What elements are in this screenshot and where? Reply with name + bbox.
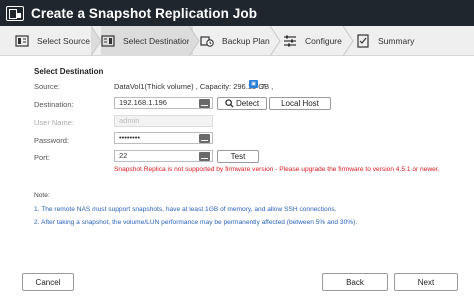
destination-form: Select Destination Source: DataVol1(Thic… (0, 56, 474, 266)
step-label: Select Source (37, 36, 90, 46)
cancel-label: Cancel (35, 277, 61, 287)
destination-input[interactable]: 192.168.1.196 (114, 97, 225, 109)
destination-value: 192.168.1.196 (119, 98, 167, 107)
local-host-label: Local Host (281, 99, 319, 108)
cancel-button[interactable]: Cancel (22, 273, 74, 291)
snapshot-icon: ▣ (249, 80, 258, 88)
step-label: Configure (305, 36, 342, 46)
step-summary: Summary (356, 26, 426, 56)
destination-icon (101, 34, 115, 48)
next-button[interactable]: Next (394, 273, 458, 291)
local-host-button[interactable]: Local Host (269, 97, 331, 110)
wizard-steps: Select Source Select Destination Backup … (0, 26, 474, 56)
source-label: Source: (34, 82, 60, 91)
step-select-source: Select Source (0, 26, 97, 56)
detect-button[interactable]: Detect (217, 97, 267, 110)
window-title: Create a Snapshot Replication Job (31, 5, 258, 21)
title-bar: Create a Snapshot Replication Job (0, 0, 474, 26)
port-value: 22 (119, 151, 128, 160)
test-label: Test (230, 152, 246, 161)
password-value: •••••••• (119, 133, 141, 142)
back-button[interactable]: Back (322, 273, 388, 291)
step-select-destination: Select Destination (101, 26, 193, 56)
keyboard-icon (199, 152, 210, 161)
backup-plan-icon (200, 34, 214, 48)
keyboard-icon (199, 99, 210, 108)
keyboard-icon (199, 134, 210, 143)
footer: Cancel Back Next (0, 266, 474, 297)
user-name-value: admin (119, 116, 140, 125)
source-icon (15, 34, 29, 48)
summary-icon (356, 34, 370, 48)
user-name-label: User Name: (34, 118, 75, 127)
password-input[interactable]: •••••••• (114, 132, 213, 144)
note-item: 2. After taking a snapshot, the volume/L… (34, 219, 358, 226)
user-name-input: admin (114, 115, 213, 127)
step-label: Backup Plan (222, 36, 270, 46)
step-label: Select Destination (123, 36, 192, 46)
port-input[interactable]: 22 (114, 150, 213, 162)
step-label: Summary (378, 36, 415, 46)
configure-icon (283, 34, 297, 48)
error-message: Snapshot Replica is not supported by fir… (114, 166, 440, 173)
snapshot-replica-app-icon (6, 5, 24, 21)
back-label: Back (346, 277, 364, 287)
section-title: Select Destination (34, 67, 104, 76)
step-separator (343, 26, 354, 56)
snapshot-count: 7 (261, 82, 266, 91)
detect-label: Detect (235, 99, 260, 108)
test-button[interactable]: Test (217, 150, 259, 163)
step-separator (270, 26, 281, 56)
next-label: Next (417, 277, 435, 287)
password-label: Password: (34, 136, 70, 145)
step-backup-plan: Backup Plan (200, 26, 280, 56)
note-title: Note: (34, 192, 50, 199)
destination-label: Destination: (34, 100, 74, 109)
port-label: Port: (34, 153, 50, 162)
search-icon (225, 99, 234, 108)
note-item: 1. The remote NAS must support snapshots… (34, 206, 337, 213)
